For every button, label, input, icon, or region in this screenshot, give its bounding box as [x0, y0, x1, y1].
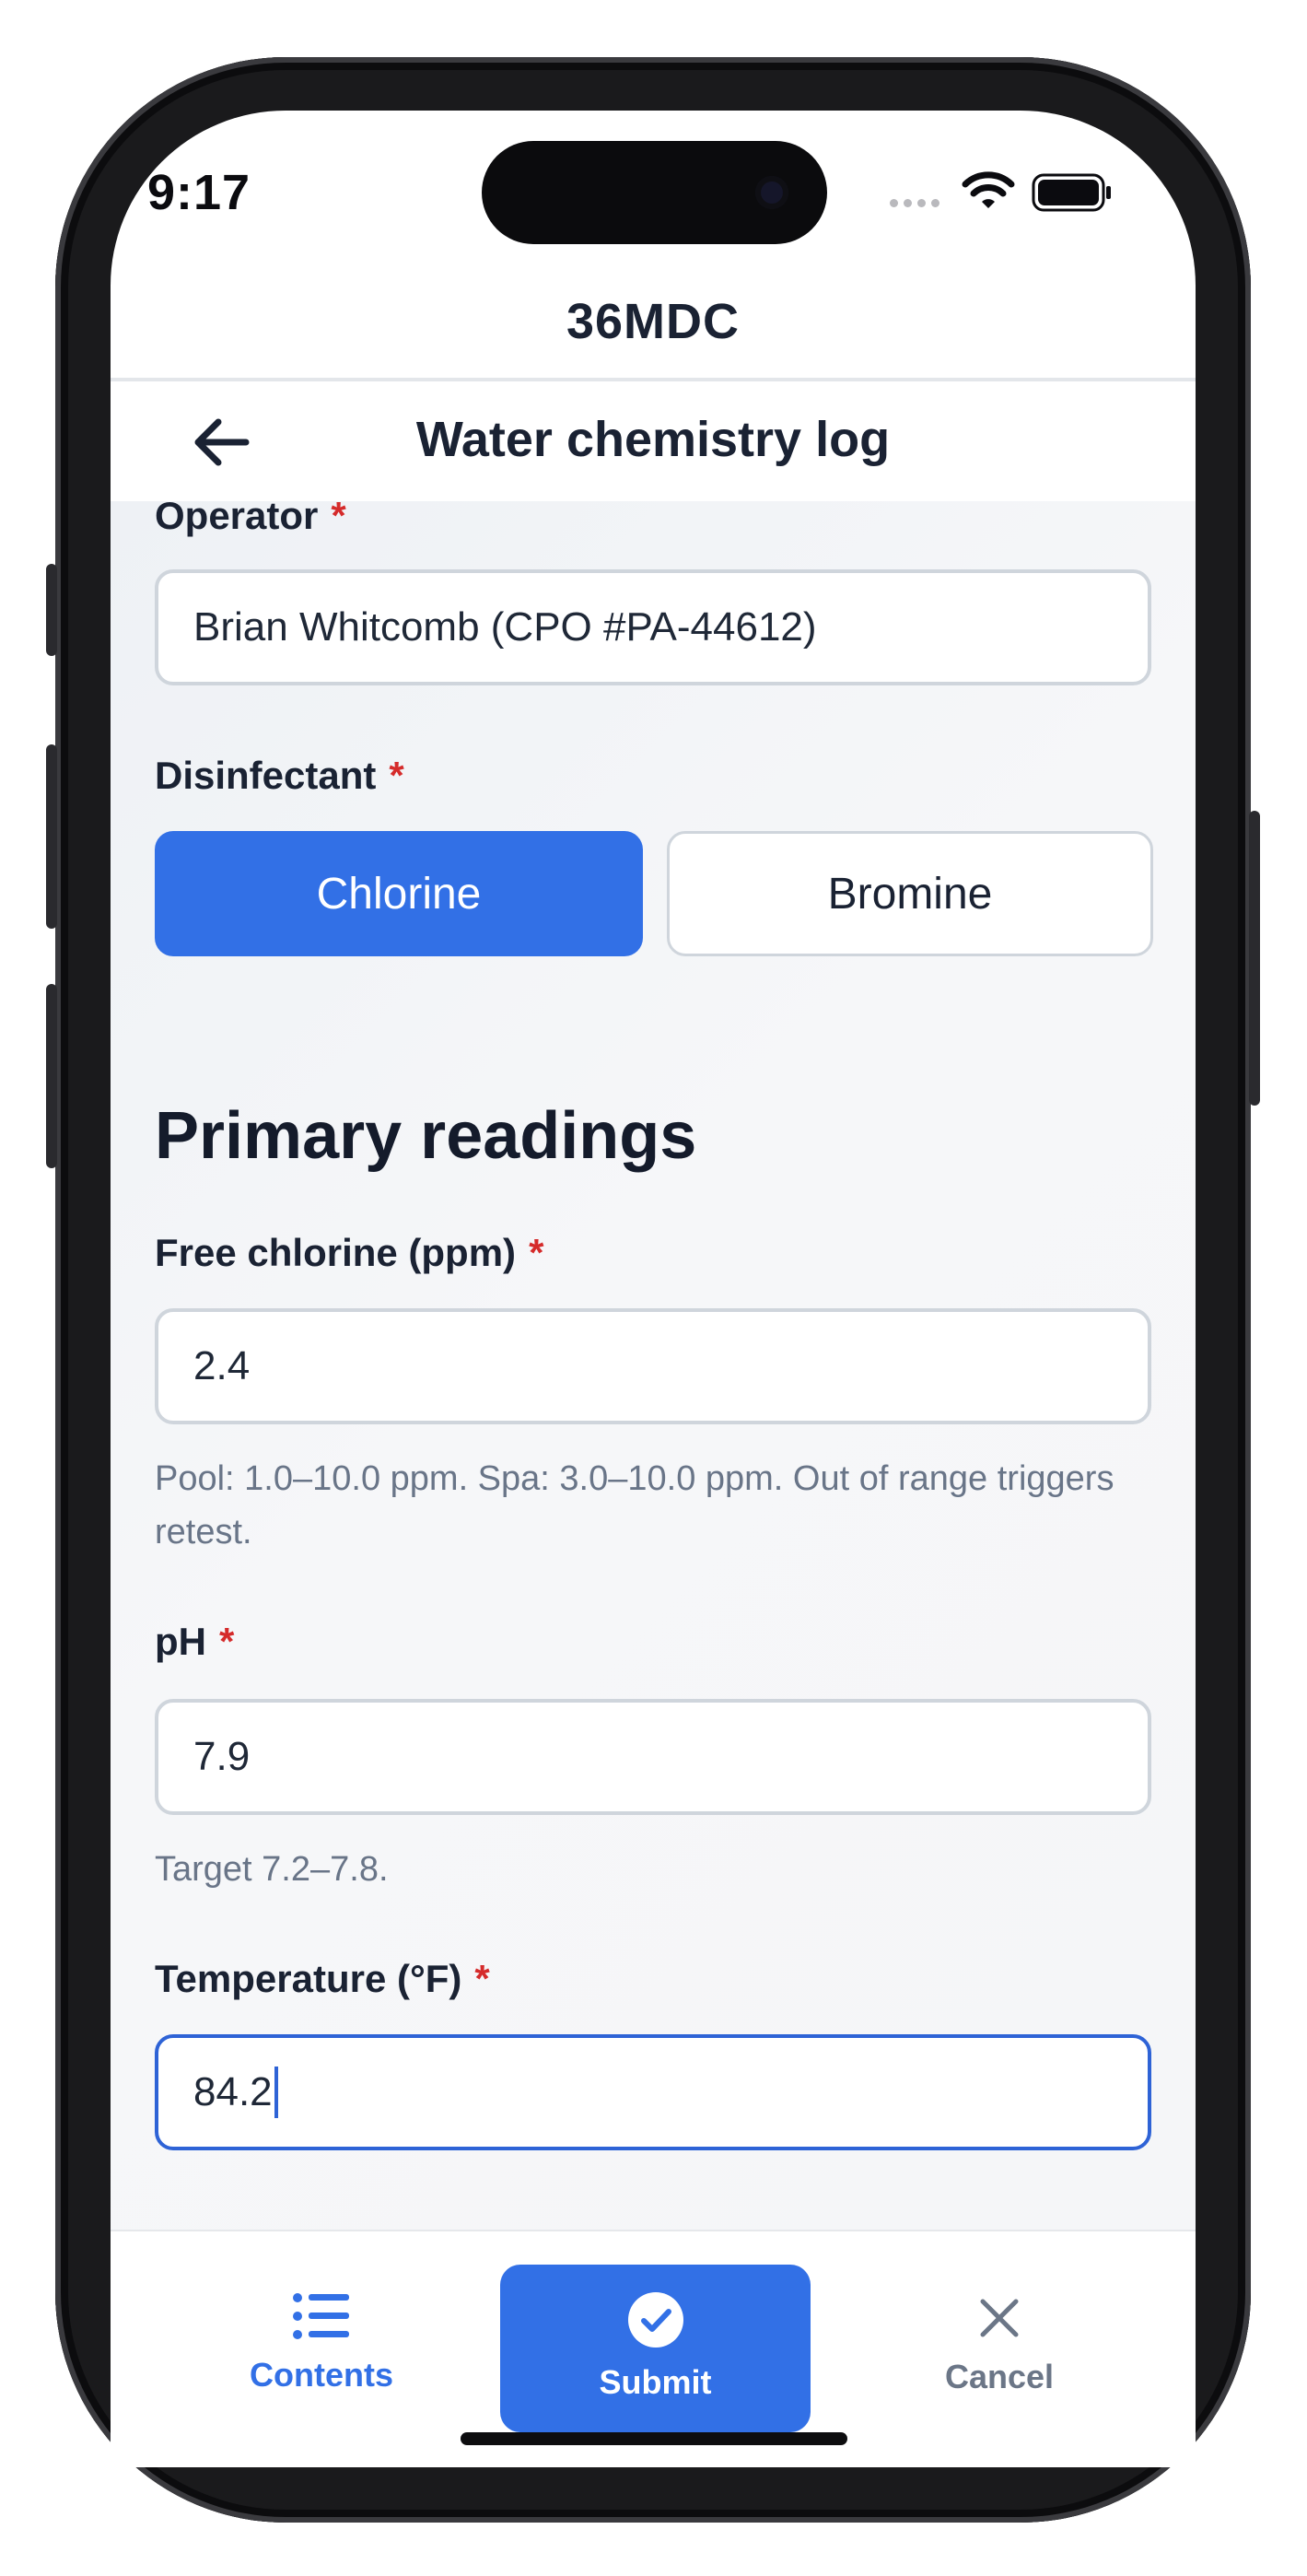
action-button: [46, 564, 57, 656]
text-caret: [274, 2067, 278, 2118]
ph-help: Target 7.2–7.8.: [155, 1850, 389, 1889]
disinfectant-option-bromine[interactable]: Bromine: [667, 831, 1153, 956]
status-time: 9:17: [147, 165, 251, 220]
required-marker: *: [474, 1957, 490, 2000]
option-label: Bromine: [827, 869, 993, 919]
power-button: [1249, 811, 1260, 1106]
required-marker: *: [529, 1231, 544, 1274]
section-heading-primary-readings: Primary readings: [155, 1099, 697, 1173]
contents-button[interactable]: Contents: [234, 2292, 409, 2395]
option-label: Chlorine: [316, 869, 482, 919]
volume-up-button: [46, 744, 57, 929]
free-chlorine-help: Pool: 1.0–10.0 ppm. Spa: 3.0–10.0 ppm. O…: [155, 1459, 1114, 1551]
volume-down-button: [46, 984, 57, 1168]
home-indicator[interactable]: [461, 2432, 847, 2445]
free-chlorine-label-text: Free chlorine (ppm): [155, 1231, 517, 1274]
free-chlorine-label: Free chlorine (ppm) *: [155, 1231, 543, 1275]
required-marker: *: [389, 754, 404, 797]
nav-title: Water chemistry log: [415, 412, 891, 467]
free-chlorine-input[interactable]: 2.4: [155, 1308, 1151, 1424]
free-chlorine-input-value: 2.4: [193, 1343, 251, 1388]
temperature-label: Temperature (°F) *: [155, 1957, 490, 2001]
ph-label: pH *: [155, 1620, 234, 1664]
operator-input[interactable]: Brian Whitcomb (CPO #PA-44612): [155, 569, 1151, 685]
close-icon: [980, 2299, 1019, 2337]
operator-input-value: Brian Whitcomb (CPO #PA-44612): [193, 604, 817, 650]
battery-icon: [1032, 173, 1111, 212]
disinfectant-label-text: Disinfectant: [155, 754, 377, 797]
wifi-icon: [962, 171, 1015, 208]
submit-button[interactable]: Submit: [500, 2265, 811, 2432]
cancel-label: Cancel: [944, 2358, 1055, 2395]
ph-input-value: 7.9: [193, 1734, 251, 1779]
ph-label-text: pH: [155, 1620, 206, 1663]
ph-input[interactable]: 7.9: [155, 1699, 1151, 1815]
front-camera: [755, 176, 788, 209]
list-icon: [293, 2293, 349, 2339]
submit-label: Submit: [599, 2363, 712, 2401]
temperature-input-value: 84.2: [193, 2069, 273, 2114]
cellular-signal-icon: [890, 199, 939, 207]
disinfectant-label: Disinfectant *: [155, 754, 404, 798]
cancel-button[interactable]: Cancel: [912, 2296, 1087, 2396]
required-marker: *: [219, 1620, 235, 1663]
check-circle-icon: [627, 2292, 683, 2348]
temperature-input[interactable]: 84.2: [155, 2034, 1151, 2150]
disinfectant-option-chlorine[interactable]: Chlorine: [155, 831, 643, 956]
app-title: 36MDC: [566, 294, 741, 349]
contents-label: Contents: [250, 2356, 393, 2394]
temperature-label-text: Temperature (°F): [155, 1957, 462, 2000]
